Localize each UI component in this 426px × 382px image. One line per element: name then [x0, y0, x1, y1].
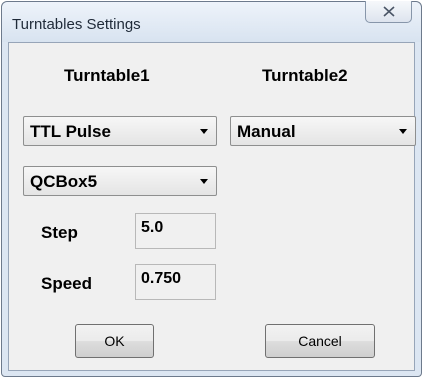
settings-dialog: Turntables Settings Turntable1 Turntable…: [1, 1, 422, 377]
speed-field[interactable]: 0.750: [135, 264, 216, 300]
close-button[interactable]: [365, 1, 412, 23]
window-title: Turntables Settings: [12, 16, 141, 33]
chevron-down-icon: [399, 129, 407, 134]
turntable2-heading: Turntable2: [262, 66, 348, 85]
turntable1-device-value: QCBox5: [30, 172, 98, 191]
cancel-button[interactable]: Cancel: [265, 324, 375, 358]
turntable2-mode-value: Manual: [237, 122, 296, 141]
chevron-down-icon: [200, 129, 208, 134]
dialog-body: Turntable1 Turntable2 TTL Pulse Manual Q…: [8, 42, 416, 371]
turntable1-heading: Turntable1: [64, 66, 150, 85]
turntable2-mode-select[interactable]: Manual: [230, 116, 416, 146]
title-bar[interactable]: Turntables Settings: [2, 1, 421, 42]
speed-label: Speed: [41, 274, 93, 293]
step-label: Step: [41, 223, 78, 242]
turntable1-mode-value: TTL Pulse: [30, 122, 111, 141]
turntable1-mode-select[interactable]: TTL Pulse: [23, 116, 217, 146]
ok-button[interactable]: OK: [75, 324, 154, 358]
close-icon: [382, 6, 395, 17]
chevron-down-icon: [200, 179, 208, 184]
step-value: 5.0: [141, 219, 164, 236]
turntable1-device-select[interactable]: QCBox5: [23, 166, 217, 196]
speed-value: 0.750: [141, 270, 182, 287]
step-field[interactable]: 5.0: [135, 213, 216, 249]
